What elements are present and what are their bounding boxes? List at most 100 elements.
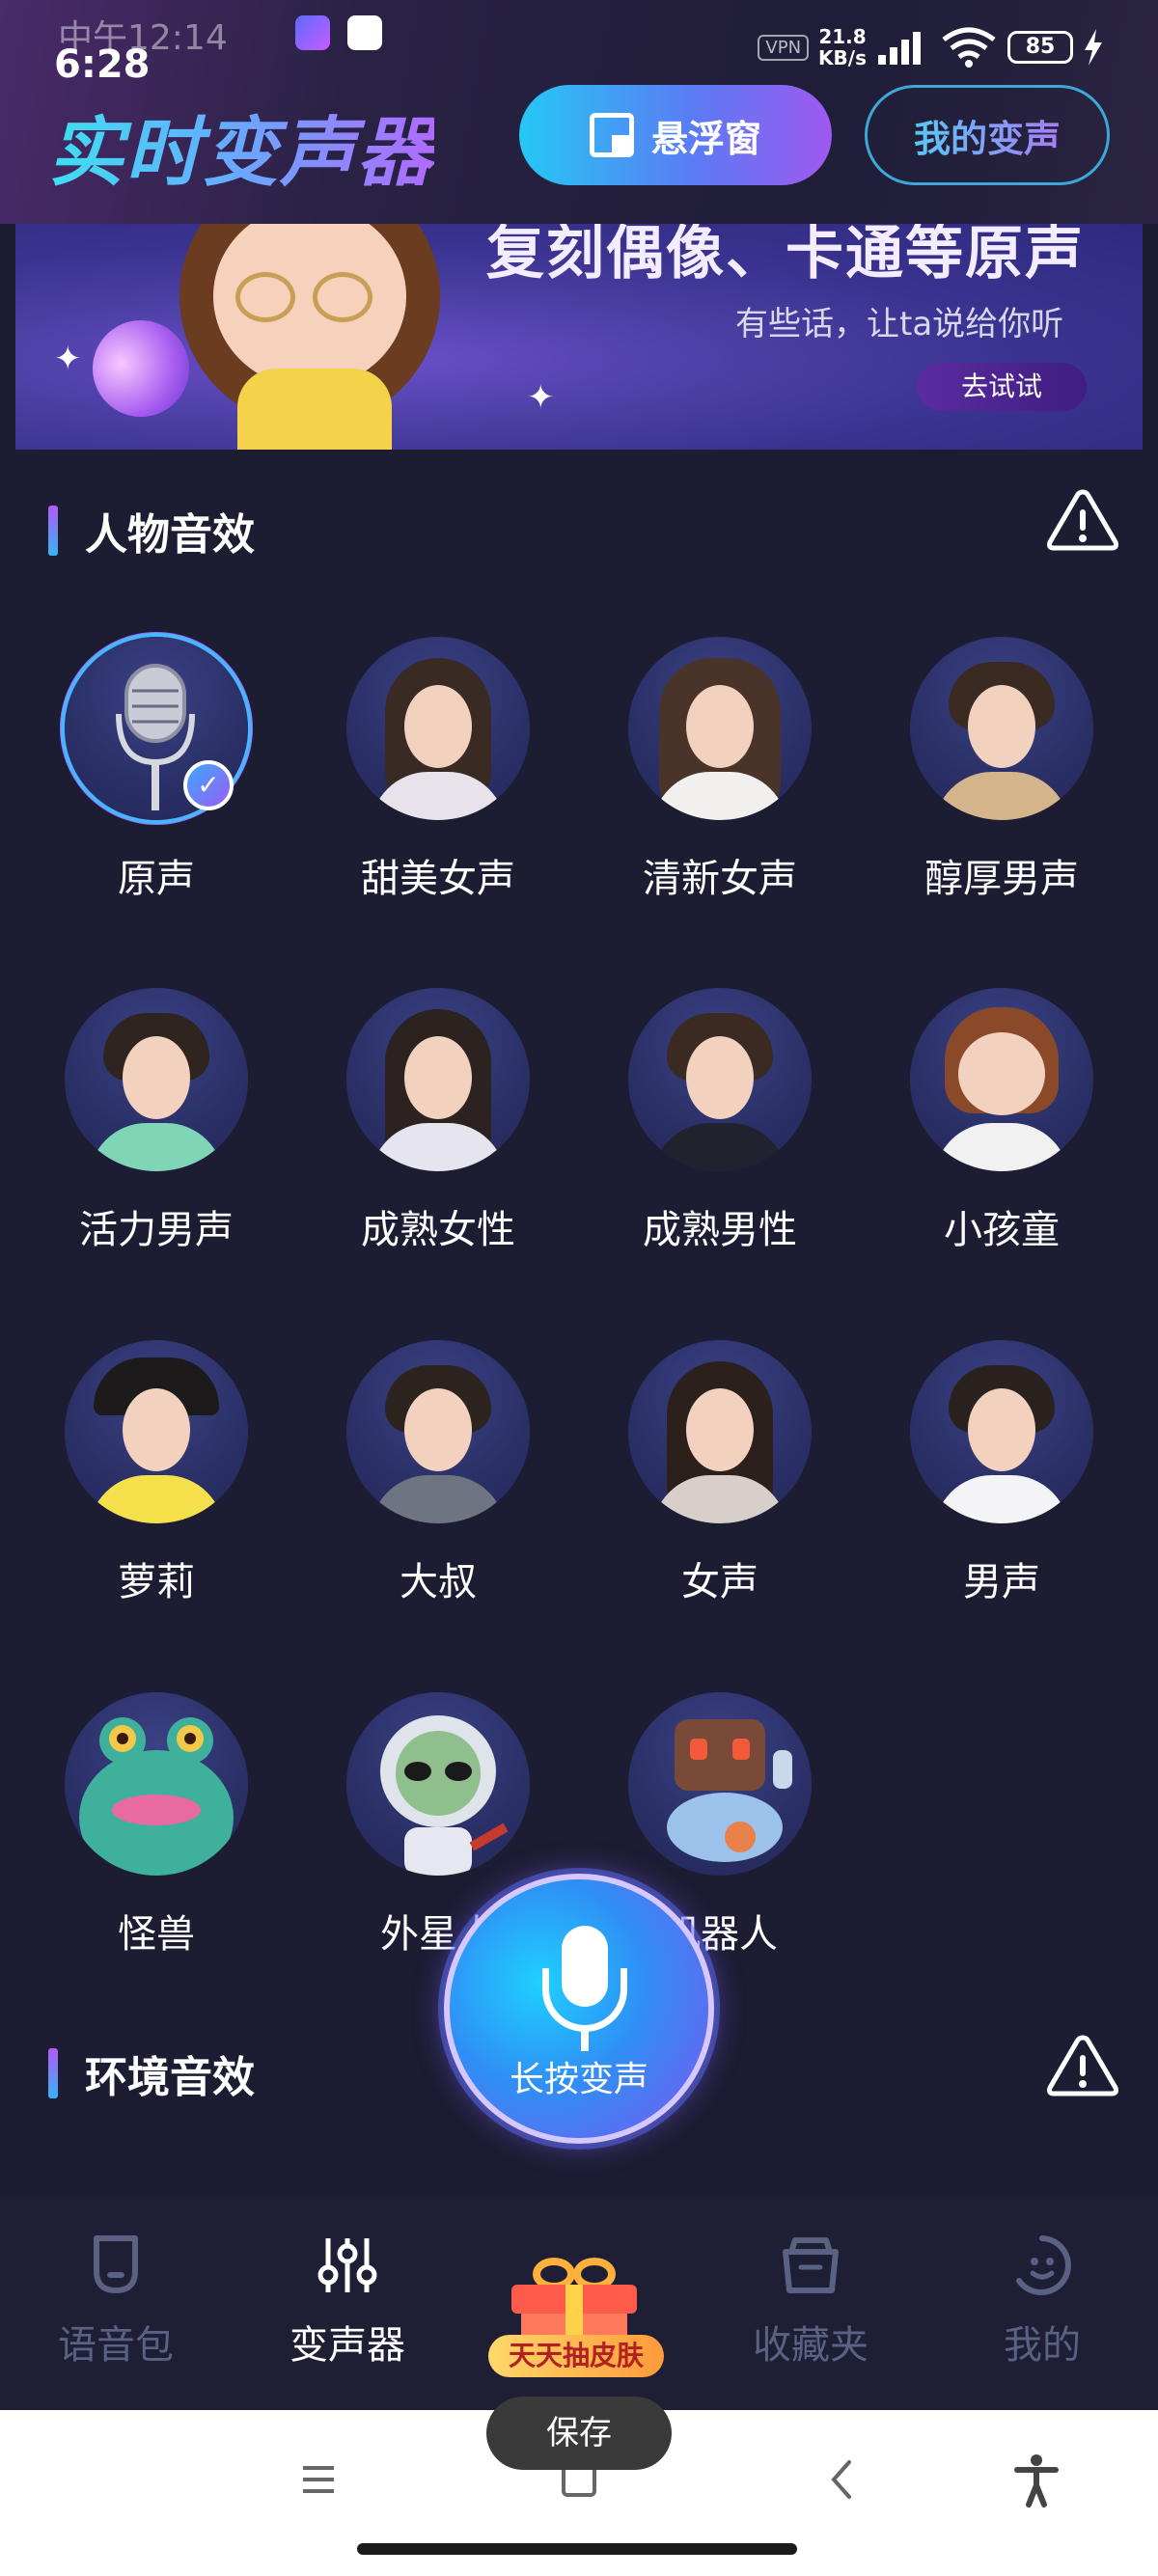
avatar: [628, 988, 812, 1171]
app-header: 中午12:14 6:28 VPN 21.8 KB/s 85 实时变声器 悬浮窗 …: [0, 0, 1158, 224]
voice-label: 醇厚男声: [924, 857, 1079, 901]
status-time: 6:28: [54, 42, 151, 87]
avatar: [628, 1692, 812, 1876]
avatar-body: [934, 1475, 1069, 1523]
sparkle-icon: ✦: [527, 378, 555, 417]
avatar-face: [686, 1036, 754, 1119]
voice-label: 大叔: [400, 1560, 477, 1604]
voice-option-fresh-female[interactable]: 清新女声: [579, 637, 861, 907]
banner-try-button[interactable]: 去试试: [917, 363, 1087, 411]
notification-app-icon: [347, 15, 382, 50]
notification-app-icon: [295, 15, 330, 50]
cartoon-girl-body: [237, 369, 392, 450]
accessibility-icon[interactable]: [1007, 2451, 1065, 2508]
avatar: [65, 1340, 248, 1523]
avatar-face: [958, 1032, 1045, 1115]
nav-label: 语音包: [58, 2323, 174, 2368]
voice-label: 活力男声: [79, 1208, 234, 1252]
glasses-right: [313, 272, 372, 322]
avatar: [346, 988, 530, 1171]
avatar-face: [686, 1388, 754, 1471]
voice-option-male[interactable]: 男声: [861, 1340, 1143, 1610]
avatar-body: [89, 1475, 224, 1523]
section-title: 人物音效: [85, 510, 255, 560]
avatar: [346, 1692, 530, 1876]
gesture-bar[interactable]: [357, 2543, 797, 2555]
hold-to-change-voice-label: 长按变声: [509, 2060, 648, 2099]
voice-label: 原声: [118, 857, 195, 901]
my-voice-button[interactable]: 我的变声: [865, 85, 1110, 185]
promo-banner[interactable]: ✦ ✦ 复刻偶像、卡通等原声 有些话，让ta说给你听 去试试: [15, 224, 1143, 450]
voice-label: 女声: [681, 1560, 758, 1604]
avatar-face: [123, 1036, 190, 1119]
floating-window-label: 悬浮窗: [650, 117, 761, 160]
avatar-face: [404, 685, 472, 768]
equalizer-icon: [317, 2238, 377, 2292]
selected-check-icon: ✓: [183, 760, 234, 810]
avatar: [910, 1340, 1093, 1523]
voice-option-monster[interactable]: 怪兽: [15, 1692, 297, 1962]
glasses-left: [235, 272, 295, 322]
voice-option-mature-male[interactable]: 成熟男性: [579, 988, 861, 1258]
section-title: 环境音效: [85, 2053, 255, 2102]
voice-label: 男声: [963, 1560, 1040, 1604]
voice-option-uncle[interactable]: 大叔: [297, 1340, 579, 1610]
voice-label: 甜美女声: [361, 857, 515, 901]
section-accent-bar: [48, 2048, 58, 2098]
signal-icon: [878, 32, 921, 65]
section-header-character: 人物音效: [48, 500, 255, 562]
avatar-body: [371, 1475, 506, 1523]
hold-to-change-voice-button[interactable]: 长按变声: [444, 1874, 714, 2144]
avatar: [65, 1692, 248, 1876]
voice-option-energetic-male[interactable]: 活力男声: [15, 988, 297, 1258]
nav-voice-changer[interactable]: 变声器: [251, 2233, 444, 2387]
voice-label: 清新女声: [643, 857, 797, 901]
daily-skin-draw-badge[interactable]: 天天抽皮肤: [488, 2335, 664, 2377]
charging-icon: [1085, 29, 1102, 66]
my-voice-label: 我的变声: [914, 109, 1061, 162]
avatar-body: [934, 772, 1069, 820]
avatar-face: [123, 1388, 190, 1471]
floating-window-button[interactable]: 悬浮窗: [519, 85, 832, 185]
save-toast: 保存: [486, 2397, 672, 2470]
avatar-face: [404, 1388, 472, 1471]
robot-icon: [667, 1719, 792, 1862]
vpn-badge: VPN: [758, 34, 810, 61]
avatar: [910, 637, 1093, 820]
avatar-face: [968, 1388, 1035, 1471]
voice-option-deep-male[interactable]: 醇厚男声: [861, 637, 1143, 907]
app-title: 实时变声器: [48, 93, 434, 201]
voice-label: 怪兽: [118, 1912, 195, 1957]
voice-label: 萝莉: [118, 1560, 195, 1604]
voice-option-loli[interactable]: 萝莉: [15, 1340, 297, 1610]
avatar-face: [968, 685, 1035, 768]
warning-icon[interactable]: [1046, 488, 1119, 552]
profile-icon: [1016, 2235, 1071, 2295]
voice-option-child[interactable]: 小孩童: [861, 988, 1143, 1258]
avatar-face: [686, 685, 754, 768]
microphone-stem: [581, 2030, 589, 2051]
microphone-arc: [542, 1968, 627, 2032]
avatar: [346, 1340, 530, 1523]
nav-favorites[interactable]: 收藏夹: [714, 2233, 907, 2387]
avatar: [346, 637, 530, 820]
voice-option-mature-female[interactable]: 成熟女性: [297, 988, 579, 1258]
nav-voice-pack[interactable]: 语音包: [19, 2233, 212, 2387]
wifi-icon: [942, 27, 996, 68]
avatar-face: [404, 1036, 472, 1119]
voice-option-original[interactable]: ✓ 原声: [15, 637, 297, 907]
voice-option-female[interactable]: 女声: [579, 1340, 861, 1610]
voice-option-sweet-female[interactable]: 甜美女声: [297, 637, 579, 907]
nav-profile[interactable]: 我的: [946, 2233, 1139, 2387]
sparkle-icon: ✦: [54, 340, 82, 378]
battery-indicator: 85: [1007, 31, 1073, 64]
avatar: [65, 988, 248, 1171]
avatar: [910, 988, 1093, 1171]
voice-label: 成熟女性: [361, 1208, 515, 1252]
back-icon[interactable]: [814, 2451, 872, 2508]
section-accent-bar: [48, 506, 58, 556]
warning-icon[interactable]: [1046, 2034, 1119, 2097]
avatar: [628, 637, 812, 820]
menu-icon[interactable]: [290, 2451, 347, 2508]
voice-label: 小孩童: [944, 1208, 1060, 1252]
